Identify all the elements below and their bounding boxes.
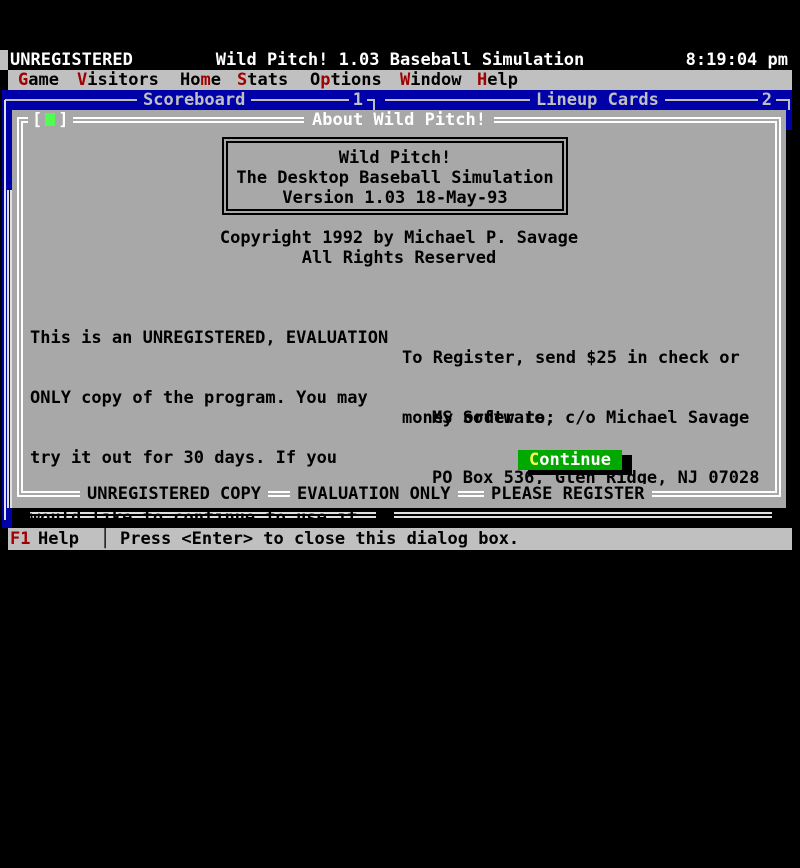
window-scoreboard-titlebar[interactable]: Scoreboard 1 [5,90,375,110]
window-number-1: 1 [349,90,367,110]
product-version: Version 1.03 18-May-93 [228,188,562,208]
product-subtitle: The Desktop Baseball Simulation [228,168,562,188]
license-paragraph: This is an UNREGISTERED, EVALUATION ONLY… [30,288,402,868]
clock: 8:19:04 pm [686,50,788,70]
window-title-lineup-cards: Lineup Cards [530,90,665,110]
app-title: Wild Pitch! 1.03 Baseball Simulation [8,50,792,70]
window-border-line [7,190,9,508]
license-line: you'll have to register. When you [30,568,402,588]
address-line: MS Software, c/o Michael Savage [432,408,760,428]
menu-bar: Game Visitors Home Stats Options Window … [8,70,792,90]
menu-item-options[interactable]: Options [310,70,382,90]
window-border-line [4,508,6,520]
close-icon [45,113,55,126]
rights-line: All Rights Reserved [12,248,786,268]
title-bar: UNREGISTERED Wild Pitch! 1.03 Baseball S… [8,50,792,70]
version-box: Wild Pitch! The Desktop Baseball Simulat… [222,137,568,215]
register-line: To Register, send $25 in check or [402,348,740,368]
menu-item-game[interactable]: Game [18,70,59,90]
continue-button[interactable]: Continue [518,450,622,470]
menu-item-visitors[interactable]: Visitors [77,70,159,90]
status-message: Press <Enter> to close this dialog box. [120,528,519,550]
footer-banner-evaluation: EVALUATION ONLY [290,484,458,504]
license-line: and bound user guide, and one free [30,748,402,768]
license-line: This is an UNREGISTERED, EVALUATION [30,328,402,348]
menu-item-stats[interactable]: Stats [237,70,288,90]
f1-shortcut-label[interactable]: Help [38,528,79,550]
product-name: Wild Pitch! [228,148,562,168]
dialog-title: About Wild Pitch! [304,110,494,130]
license-line: would like to continue to use it, [30,508,402,528]
license-line: ONLY copy of the program. You may [30,388,402,408]
about-dialog: [] About Wild Pitch! Wild Pitch! The Des… [12,110,786,508]
status-bar: F1 Help │ Press <Enter> to close this di… [8,528,792,550]
copyright-line: Copyright 1992 by Michael P. Savage [12,228,786,248]
f1-shortcut-key[interactable]: F1 [10,528,30,550]
dialog-shadow-right [786,130,794,528]
window-number-2: 2 [758,90,776,110]
status-divider: │ [100,528,110,550]
license-line: version of the program, a printed [30,688,402,708]
background-window-right-edge [786,110,792,130]
footer-banner-register: PLEASE REGISTER [484,484,652,504]
footer-banner-unregistered: UNREGISTERED COPY [80,484,268,504]
menu-item-help[interactable]: Help [477,70,518,90]
license-line: program update. [30,808,402,828]
dialog-close-button[interactable]: [] [28,110,73,130]
window-border-line [4,100,6,508]
screen-edge-notch [0,50,8,70]
window-lineup-cards-titlebar[interactable]: Lineup Cards 2 [385,90,790,110]
window-title-scoreboard: Scoreboard [137,90,251,110]
menu-item-window[interactable]: Window [400,70,461,90]
license-line: register, you'll receive the latest [30,628,402,648]
menu-item-home[interactable]: Home [180,70,221,90]
copyright-block: Copyright 1992 by Michael P. Savage All … [12,228,786,268]
mailing-address: MS Software, c/o Michael Savage PO Box 5… [432,368,760,528]
license-line: try it out for 30 days. If you [30,448,402,468]
desktop: Scoreboard 1 Lineup Cards 2 [2,90,792,110]
